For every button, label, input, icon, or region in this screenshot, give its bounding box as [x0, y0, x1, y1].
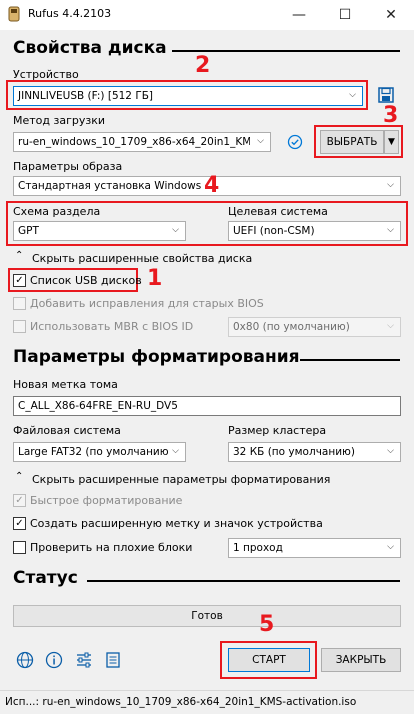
chevron-down-icon: ⌵ — [387, 180, 394, 190]
info-icon[interactable] — [45, 651, 63, 669]
hide-advanced-format-toggle[interactable]: Скрыть расширенные параметры форматирова… — [32, 473, 330, 486]
annotation-number-1: 1 — [147, 266, 163, 291]
chevron-down-icon: ⌵ — [387, 542, 394, 552]
start-button[interactable]: СТАРТ — [228, 648, 310, 672]
minimize-button[interactable]: — — [276, 0, 322, 30]
chevron-down-icon: ⌵ — [387, 225, 394, 235]
chevron-down-icon: ⌵ — [172, 225, 179, 235]
boot-method-dropdown[interactable]: ru-en_windows_10_1709_x86-x64_20in1_KMS … — [13, 132, 271, 152]
mbr-bios-checkbox[interactable] — [13, 320, 26, 333]
save-icon[interactable] — [378, 87, 394, 103]
section-divider — [87, 580, 400, 582]
bad-blocks-label: Проверить на плохие блоки — [30, 541, 193, 554]
volume-label-input[interactable]: C_ALL_X86-64FRE_EN-RU_DV5 — [13, 396, 401, 416]
partition-scheme-label: Схема раздела — [13, 205, 101, 218]
device-dropdown[interactable]: JINNLIVEUSB (F:) [512 ГБ] ⌵ — [13, 86, 363, 106]
chevron-down-icon: ⌵ — [387, 321, 394, 331]
section-divider — [172, 50, 400, 52]
bad-blocks-checkbox[interactable] — [13, 541, 26, 554]
boot-method-value: ru-en_windows_10_1709_x86-x64_20in1_KMS — [18, 136, 250, 148]
cluster-size-dropdown[interactable]: 32 КБ (по умолчанию) ⌵ — [228, 442, 401, 462]
list-usb-checkbox[interactable]: ✓ — [13, 274, 26, 287]
quick-format-checkbox[interactable]: ✓ — [13, 494, 26, 507]
hide-advanced-drive-toggle[interactable]: Скрыть расширенные свойства диска — [32, 252, 252, 265]
progress-bar: Готов — [13, 605, 401, 627]
status-bar-text: Исп...: ru-en_windows_10_1709_x86-x64_20… — [5, 696, 357, 708]
select-image-dropdown-arrow[interactable]: ▼ — [384, 130, 399, 154]
chevron-up-icon[interactable]: ⌃ — [15, 250, 23, 261]
volume-label-label: Новая метка тома — [13, 378, 118, 391]
device-value: JINNLIVEUSB (F:) [512 ГБ] — [18, 90, 154, 102]
settings-sliders-icon[interactable] — [75, 651, 93, 669]
status-heading: Статус — [13, 568, 78, 588]
checkmark-circle-icon[interactable] — [287, 134, 303, 150]
maximize-button[interactable]: ☐ — [322, 0, 368, 30]
section-divider — [300, 359, 400, 361]
cluster-size-label: Размер кластера — [228, 424, 327, 437]
globe-icon[interactable] — [16, 651, 34, 669]
progress-text: Готов — [191, 610, 223, 622]
image-options-value: Стандартная установка Windows — [18, 180, 202, 192]
passes-value: 1 проход — [233, 542, 283, 554]
image-options-label: Параметры образа — [13, 160, 123, 173]
list-usb-label: Список USB дисков — [30, 274, 142, 287]
extended-label-checkbox[interactable]: ✓ — [13, 517, 26, 530]
target-system-value: UEFI (non-CSM) — [233, 225, 315, 237]
target-system-label: Целевая система — [228, 205, 328, 218]
window-title: Rufus 4.4.2103 — [28, 7, 112, 20]
filesystem-value: Large FAT32 (по умолчанию — [18, 446, 168, 458]
partition-scheme-value: GPT — [18, 225, 39, 237]
quick-format-label: Быстрое форматирование — [30, 494, 183, 507]
drive-properties-heading: Свойства диска — [13, 38, 167, 58]
annotation-number-2: 2 — [195, 53, 211, 78]
boot-method-label: Метод загрузки — [13, 114, 106, 127]
annotation-number-5: 5 — [259, 612, 275, 637]
close-button[interactable]: ЗАКРЫТЬ — [321, 648, 401, 672]
bios-id-value: 0x80 (по умолчанию) — [233, 321, 350, 333]
filesystem-dropdown[interactable]: Large FAT32 (по умолчанию ⌵ — [13, 442, 186, 462]
chevron-up-icon[interactable]: ⌃ — [15, 471, 23, 482]
rufus-app-icon — [8, 6, 20, 22]
close-window-button[interactable]: ✕ — [368, 0, 414, 30]
select-image-button[interactable]: ВЫБРАТЬ — [320, 130, 384, 154]
partition-scheme-dropdown[interactable]: GPT ⌵ — [13, 221, 186, 241]
chevron-down-icon: ⌵ — [387, 446, 394, 456]
log-icon[interactable] — [104, 651, 122, 669]
target-system-dropdown[interactable]: UEFI (non-CSM) ⌵ — [228, 221, 401, 241]
bios-fixes-label: Добавить исправления для старых BIOS — [30, 297, 264, 310]
cluster-size-value: 32 КБ (по умолчанию) — [233, 446, 355, 458]
extended-label-label: Создать расширенную метку и значок устро… — [30, 517, 323, 530]
filesystem-label: Файловая система — [13, 424, 121, 437]
chevron-down-icon: ⌵ — [257, 136, 264, 146]
bios-id-dropdown[interactable]: 0x80 (по умолчанию) ⌵ — [228, 317, 401, 337]
passes-dropdown[interactable]: 1 проход ⌵ — [228, 538, 401, 558]
mbr-bios-label: Использовать MBR с BIOS ID — [30, 320, 194, 333]
chevron-down-icon: ⌵ — [349, 90, 356, 100]
bios-fixes-checkbox[interactable] — [13, 297, 26, 310]
annotation-number-4: 4 — [204, 173, 220, 198]
chevron-down-icon: ⌵ — [172, 446, 179, 456]
format-options-heading: Параметры форматирования — [13, 347, 300, 367]
